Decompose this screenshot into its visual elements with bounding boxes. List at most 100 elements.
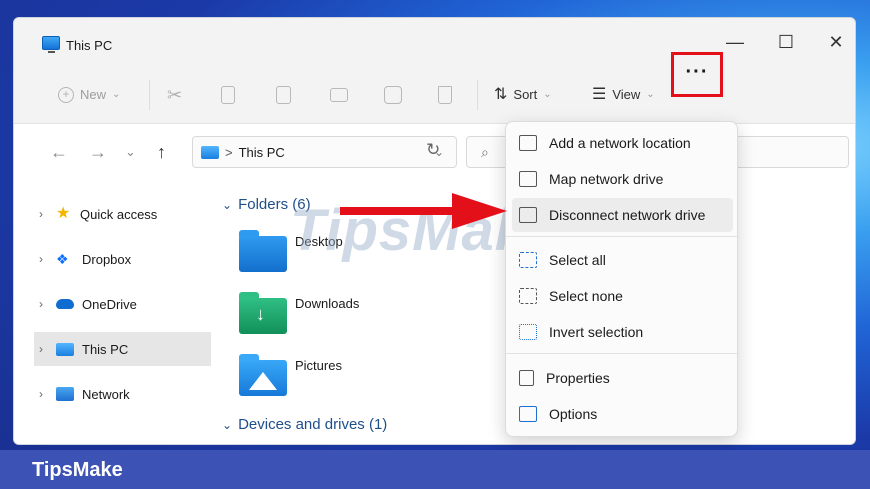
- view-icon: ☰: [592, 86, 607, 103]
- properties-icon: [519, 370, 534, 386]
- menu-item-label: Invert selection: [549, 324, 644, 340]
- menu-item-label: Options: [549, 406, 598, 422]
- chevron-down-icon: ⌄: [112, 89, 121, 100]
- disconnect-drive-icon: [519, 207, 537, 223]
- computer-icon: [201, 145, 219, 159]
- folder-label: Pictures: [295, 358, 342, 373]
- menu-item-invert-selection[interactable]: Invert selection: [512, 315, 733, 349]
- computer-icon: [56, 342, 74, 356]
- title-bar: This PC — ☐ ✕: [14, 18, 855, 66]
- chevron-right-icon: ›: [39, 207, 43, 221]
- sidebar-item-network[interactable]: › Network: [34, 377, 211, 411]
- menu-separator: [506, 353, 739, 354]
- see-more-button[interactable]: ···: [671, 52, 723, 97]
- toolbar-separator: [477, 80, 478, 110]
- menu-item-label: Disconnect network drive: [549, 207, 706, 223]
- chevron-down-icon: ⌄: [222, 417, 233, 432]
- cut-button[interactable]: ✂: [167, 82, 182, 108]
- paste-button[interactable]: [276, 82, 291, 108]
- scissors-icon: ✂: [167, 85, 183, 105]
- sidebar-item-this-pc[interactable]: › This PC: [34, 332, 211, 366]
- sort-button[interactable]: ⇅ Sort ⌄: [494, 82, 552, 108]
- copy-button[interactable]: [221, 82, 235, 108]
- search-icon: ⌕: [481, 144, 489, 160]
- recent-locations-button[interactable]: ⌄: [125, 144, 136, 160]
- address-bar[interactable]: > This PC ⌄: [192, 136, 457, 168]
- folder-downloads[interactable]: ↓ Downloads: [239, 292, 379, 336]
- chevron-down-icon: ⌄: [646, 89, 655, 100]
- plus-circle-icon: +: [58, 87, 74, 103]
- menu-item-options[interactable]: Options: [512, 397, 733, 431]
- annotation-arrow-shaft: [340, 207, 458, 215]
- chevron-right-icon: ›: [39, 387, 43, 401]
- share-icon: [384, 86, 402, 104]
- chevron-right-icon: ›: [39, 297, 43, 311]
- cloud-icon: [56, 299, 74, 309]
- sidebar-item-label: This PC: [82, 341, 129, 357]
- network-icon: [56, 387, 74, 401]
- folder-icon: [239, 230, 287, 272]
- menu-item-disconnect-network-drive[interactable]: Disconnect network drive: [512, 198, 733, 232]
- delete-button[interactable]: [438, 82, 452, 108]
- see-more-menu: Add a network location Map network drive…: [505, 121, 739, 437]
- minimize-button[interactable]: —: [720, 30, 750, 54]
- sidebar-item-label: Dropbox: [82, 251, 132, 267]
- menu-item-label: Map network drive: [549, 171, 664, 187]
- breadcrumb-this-pc[interactable]: This PC: [239, 145, 285, 160]
- pictures-folder-icon: [239, 354, 287, 396]
- breadcrumb-separator: >: [225, 144, 233, 160]
- window-title: This PC: [66, 38, 113, 53]
- menu-item-label: Add a network location: [549, 135, 691, 151]
- annotation-arrow-head: [452, 193, 507, 229]
- command-bar: + New ⌄ ✂ ⇅ Sort ⌄ ☰ View ⌄: [14, 66, 855, 124]
- refresh-button[interactable]: ↻: [426, 140, 440, 160]
- menu-item-label: Select all: [549, 252, 606, 268]
- back-button[interactable]: ←: [50, 142, 68, 163]
- forward-button[interactable]: →: [89, 142, 107, 163]
- menu-item-add-network-location[interactable]: Add a network location: [512, 126, 733, 160]
- menu-item-select-all[interactable]: Select all: [512, 243, 733, 277]
- maximize-button[interactable]: ☐: [771, 30, 801, 54]
- sidebar-item-label: OneDrive: [82, 296, 137, 312]
- copy-icon: [221, 86, 235, 104]
- mountain-icon: [249, 372, 277, 390]
- up-button[interactable]: ↑: [157, 142, 166, 163]
- toolbar-separator: [149, 80, 150, 110]
- chevron-right-icon: ›: [39, 252, 43, 266]
- rename-button[interactable]: [330, 82, 348, 108]
- menu-item-map-network-drive[interactable]: Map network drive: [512, 162, 733, 196]
- sidebar-item-onedrive[interactable]: › OneDrive: [34, 287, 211, 321]
- sidebar-item-quick-access[interactable]: › ★ Quick access: [34, 197, 211, 231]
- download-folder-icon: ↓: [239, 292, 287, 334]
- network-location-icon: [519, 135, 537, 151]
- menu-item-select-none[interactable]: Select none: [512, 279, 733, 313]
- menu-separator: [506, 236, 739, 237]
- menu-item-label: Select none: [549, 288, 623, 304]
- trash-icon: [438, 86, 452, 104]
- download-arrow-icon: ↓: [256, 304, 265, 324]
- menu-item-properties[interactable]: Properties: [512, 361, 733, 395]
- sort-label: Sort: [513, 87, 538, 102]
- this-pc-icon: [42, 36, 60, 53]
- rename-icon: [330, 88, 348, 102]
- chevron-right-icon: ›: [39, 342, 43, 356]
- share-button[interactable]: [384, 82, 402, 108]
- folder-pictures[interactable]: Pictures: [239, 354, 359, 398]
- chevron-down-icon: ⌄: [543, 89, 552, 100]
- select-none-icon: [519, 288, 537, 304]
- sidebar-item-label: Quick access: [80, 206, 158, 222]
- options-icon: [519, 406, 537, 422]
- invert-selection-icon: [519, 324, 537, 340]
- map-drive-icon: [519, 171, 537, 187]
- new-label: New: [80, 87, 107, 102]
- star-icon: ★: [56, 205, 71, 222]
- view-button[interactable]: ☰ View ⌄: [592, 82, 655, 108]
- brand-label: TipsMake: [32, 459, 123, 481]
- sidebar-item-label: Network: [82, 386, 130, 402]
- select-all-icon: [519, 252, 537, 268]
- devices-group-header[interactable]: ⌄ Devices and drives (1): [222, 416, 387, 433]
- new-button[interactable]: + New ⌄: [58, 82, 120, 108]
- sidebar-item-dropbox[interactable]: › ❖ Dropbox: [34, 242, 211, 276]
- chevron-down-icon: ⌄: [222, 197, 233, 212]
- close-button[interactable]: ✕: [821, 30, 851, 54]
